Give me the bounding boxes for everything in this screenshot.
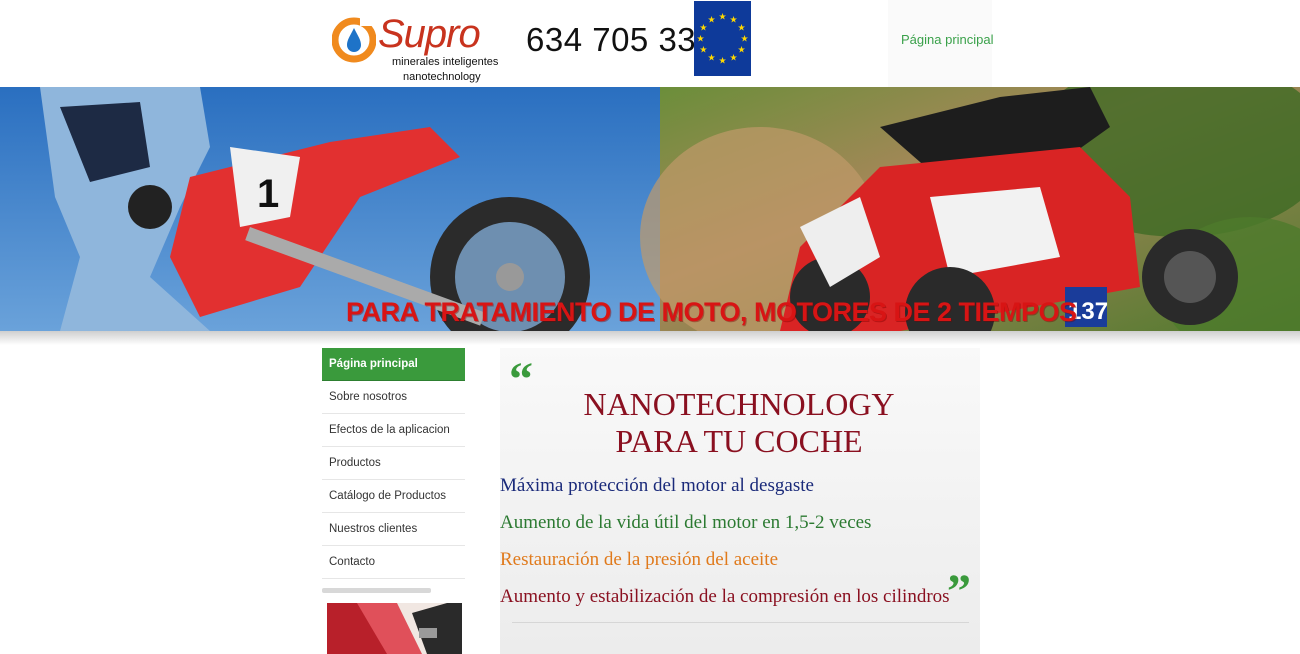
sidebar-item-productos[interactable]: Productos [322,447,465,480]
benefit-3: Restauración de la presión del aceite [500,549,779,570]
eu-star-icon: ★ [718,13,726,23]
benefit-4: Aumento y estabilización de la compresió… [500,586,950,607]
hero-banner: 1 137 [0,87,1300,331]
eu-star-icon: ★ [738,24,746,34]
phone-number: 634 705 332 [526,21,716,58]
hero-caption: PARA TRATAMIENTO DE MOTO, MOTORES DE 2 T… [346,297,1077,327]
headline-line-1: NANOTECHNOLOGY [583,386,895,422]
sidebar-item-sobre-nosotros[interactable]: Sobre nosotros [322,381,465,414]
headline-line-2: PARA TU COCHE [615,423,863,459]
site-header: Supro minerales inteligentes nanotechnol… [0,0,1300,87]
sidebar-item-pagina-principal[interactable]: Página principal [322,348,465,381]
sidebar-nav: Página principal Sobre nosotros Efectos … [322,348,465,579]
eu-star-icon: ★ [740,35,748,45]
eu-star-icon: ★ [696,35,704,45]
sidebar-item-efectos[interactable]: Efectos de la aplicacion [322,414,465,447]
logo-tagline: minerales inteligentes [392,56,499,68]
eu-star-icon: ★ [718,57,726,67]
motocross-and-quad-photo: 1 137 [0,87,1300,331]
eu-star-icon: ★ [738,46,746,56]
benefit-2: Aumento de la vida útil del motor en 1,5… [500,512,872,533]
sidebar-item-catalogo[interactable]: Catálogo de Productos [322,480,465,513]
hero-shadow [0,331,1300,345]
eu-star-icon: ★ [699,24,707,34]
eu-star-icon: ★ [729,15,737,25]
eu-star-icon: ★ [729,54,737,64]
eu-star-icon: ★ [707,54,715,64]
eu-flag-icon: ★ ★ ★ ★ ★ ★ ★ ★ ★ ★ ★ ★ [694,1,751,76]
red-car-photo[interactable] [327,603,462,654]
site-logo[interactable]: Supro minerales inteligentes nanotechnol… [330,8,515,86]
nav-home-link[interactable]: Página principal [901,32,994,48]
quote-close-icon: ” [947,565,971,618]
logo-wordmark: Supro [378,12,481,56]
supro-drop-logo-icon [332,14,376,63]
content-headline: NANOTECHNOLOGY PARA TU COCHE [500,386,978,460]
benefit-1: Máxima protección del motor al desgaste [500,475,814,496]
sidebar-item-clientes[interactable]: Nuestros clientes [322,513,465,546]
eu-star-icon: ★ [707,15,715,25]
sidebar-divider [322,588,431,593]
content-divider [512,622,969,623]
eu-star-icon: ★ [699,46,707,56]
bike-number-left: 1 [257,172,279,216]
sidebar-item-contacto[interactable]: Contacto [322,546,465,579]
logo-tagline-sub: nanotechnology [403,71,481,83]
